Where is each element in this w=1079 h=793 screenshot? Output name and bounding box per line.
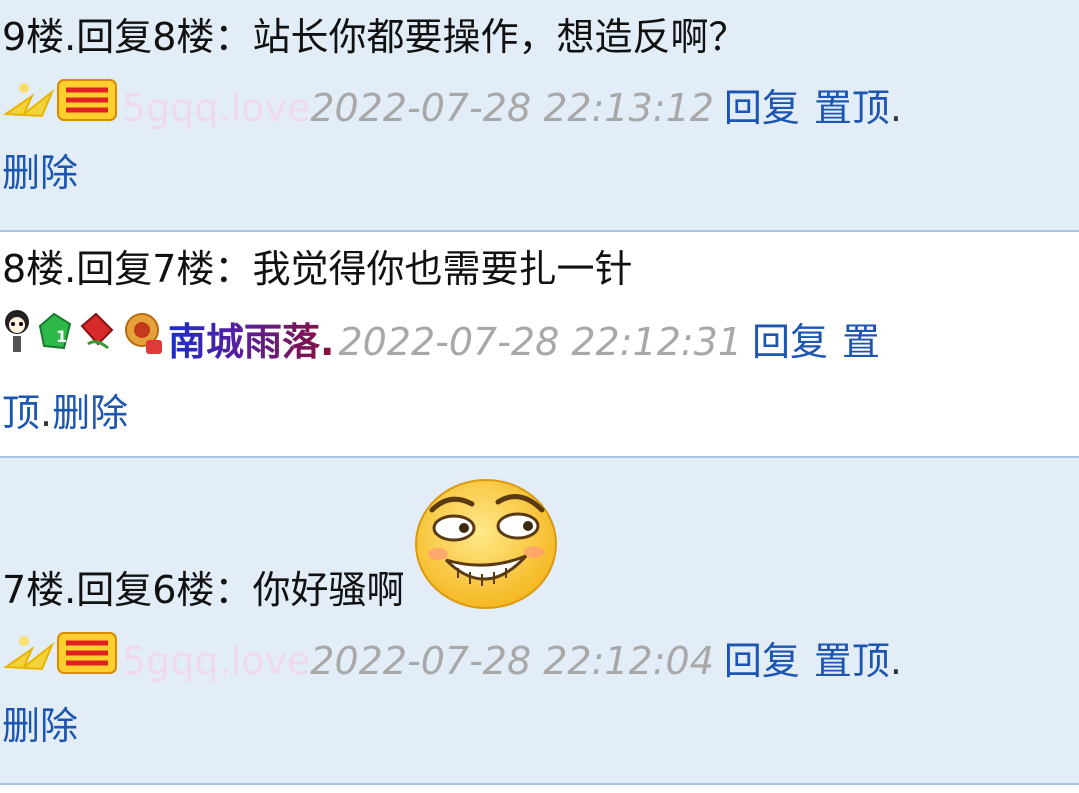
post-text-inner: 7楼.回复6楼：你好骚啊 (2, 559, 404, 621)
post-content: 你好骚啊 (252, 568, 405, 612)
username[interactable]: 5gqq.love (122, 77, 310, 139)
smirk-emoji-icon (410, 472, 560, 621)
money-badge-icon (2, 627, 120, 695)
post-meta: 5gqq.love 2022-07-28 22:13:12 回复 置顶. (2, 74, 1079, 142)
post-floor-8: 8楼.回复7楼：我觉得你也需要扎一针 1 南城雨落. 2022-07-28 22… (0, 232, 1079, 458)
post-floor-9: 9楼.回复8楼：站长你都要操作，想造反啊？ 5gqq.love 2022-07-… (0, 0, 1079, 232)
post-text: 7楼.回复6楼：你好骚啊 (2, 458, 1079, 621)
username[interactable]: 南城雨落. (168, 311, 334, 373)
reply-link[interactable]: 回复 (724, 77, 800, 139)
pin-link-wrap[interactable]: 顶 (2, 391, 40, 435)
post-time: 2022-07-28 22:12:04 (310, 639, 714, 683)
separator-dot: . (889, 86, 903, 130)
delete-link[interactable]: 删除 (52, 391, 128, 435)
post-meta-wrap: 删除 (2, 695, 1079, 757)
post-meta-wrap: 顶.删除 (2, 382, 1079, 444)
post-meta: 1 南城雨落. 2022-07-28 22:12:31 回复 置 (2, 308, 1079, 376)
reply-link[interactable]: 回复 (724, 630, 800, 692)
pin-link[interactable]: 置 (842, 311, 880, 373)
red-envelope-icon (78, 308, 118, 376)
delete-link[interactable]: 删除 (2, 151, 78, 195)
reply-link[interactable]: 回复 (752, 311, 828, 373)
green-gem-icon: 1 (34, 308, 76, 376)
floor-label: 8楼.回复7楼： (2, 247, 253, 291)
post-meta: 5gqq.love 2022-07-28 22:12:04 回复 置顶. (2, 627, 1079, 695)
post-content: 站长你都要操作，想造反啊？ (252, 15, 747, 59)
pin-link[interactable]: 置顶 (814, 630, 890, 692)
svg-text:1: 1 (56, 327, 67, 346)
floor-label: 7楼.回复6楼： (2, 568, 253, 612)
separator-dot: . (40, 391, 53, 435)
post-text: 9楼.回复8楼：站长你都要操作，想造反啊？ (2, 0, 1079, 68)
money-badge-icon (2, 74, 120, 142)
post-meta-wrap: 删除 (2, 142, 1079, 204)
post-time: 2022-07-28 22:12:31 (338, 320, 743, 364)
floor-label: 9楼.回复8楼： (2, 15, 253, 59)
post-floor-7: 7楼.回复6楼：你好骚啊 5gqq.love 2022-07-28 22:12:… (0, 458, 1079, 785)
pin-link[interactable]: 置顶 (814, 77, 890, 139)
post-content: 我觉得你也需要扎一针 (252, 247, 633, 291)
delete-link[interactable]: 删除 (2, 704, 78, 748)
cartoon-avatar-icon (2, 308, 32, 376)
gift-badge-icon (120, 308, 166, 376)
separator-dot: . (889, 639, 903, 683)
username[interactable]: 5gqq.love (122, 630, 310, 692)
post-time: 2022-07-28 22:13:12 (310, 86, 714, 130)
post-text: 8楼.回复7楼：我觉得你也需要扎一针 (2, 232, 1079, 300)
